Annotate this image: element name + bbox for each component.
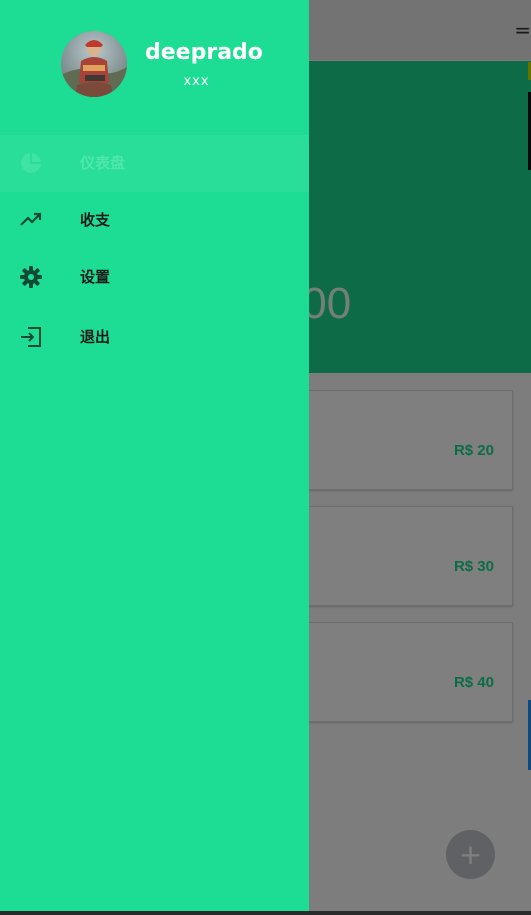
menu-item-label: 仪表盘 — [80, 154, 126, 172]
profile-subtitle: xxx — [183, 74, 210, 89]
menu-item-dashboard[interactable]: 仪表盘 — [0, 135, 309, 192]
navigation-drawer: deeprado xxx 仪表盘 收支 设置 退出 — [0, 0, 309, 911]
trending-up-icon — [19, 208, 43, 232]
menu-item-settings[interactable]: 设置 — [0, 249, 309, 306]
gear-icon — [19, 265, 43, 289]
exit-icon — [19, 325, 43, 349]
avatar[interactable] — [61, 31, 127, 97]
menu-item-label: 退出 — [80, 328, 111, 346]
drawer-profile-header: deeprado xxx — [0, 0, 309, 120]
menu-item-logout[interactable]: 退出 — [0, 309, 309, 366]
pie-chart-icon — [19, 151, 43, 175]
drawer-menu: 仪表盘 收支 设置 退出 — [0, 135, 309, 366]
bottom-edge — [0, 911, 531, 915]
profile-name: deeprado — [145, 40, 263, 65]
menu-item-label: 设置 — [80, 268, 111, 286]
menu-item-label: 收支 — [80, 211, 111, 229]
menu-item-income-expense[interactable]: 收支 — [0, 192, 309, 249]
